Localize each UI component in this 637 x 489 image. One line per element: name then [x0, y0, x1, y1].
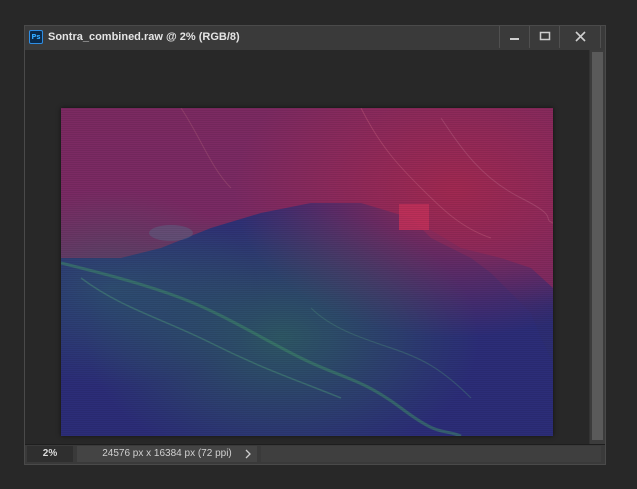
document-image[interactable] — [61, 108, 553, 436]
chevron-right-icon[interactable] — [243, 449, 253, 459]
close-button[interactable] — [559, 26, 601, 48]
vertical-scrollbar[interactable] — [589, 50, 605, 444]
document-info: 24576 px x 16384 px (72 ppi) — [77, 446, 257, 462]
maximize-button[interactable] — [529, 26, 559, 48]
document-title: Sontra_combined.raw @ 2% (RGB/8) — [48, 31, 240, 43]
status-bar: 2% 24576 px x 16384 px (72 ppi) — [25, 444, 605, 464]
satellite-composite-image — [61, 108, 553, 436]
zoom-level-field[interactable]: 2% — [27, 446, 73, 462]
horizontal-scrollbar[interactable] — [261, 446, 601, 462]
document-window: Ps Sontra_combined.raw @ 2% (RGB/8) 2% 2… — [24, 25, 606, 465]
minimize-icon — [510, 38, 519, 40]
close-icon — [575, 31, 586, 42]
canvas-area[interactable] — [25, 50, 589, 444]
document-titlebar[interactable]: Ps Sontra_combined.raw @ 2% (RGB/8) — [25, 26, 605, 51]
photoshop-app-icon: Ps — [29, 30, 43, 44]
maximize-icon — [539, 31, 551, 41]
minimize-button[interactable] — [499, 26, 529, 48]
vertical-scrollbar-thumb[interactable] — [592, 52, 603, 440]
